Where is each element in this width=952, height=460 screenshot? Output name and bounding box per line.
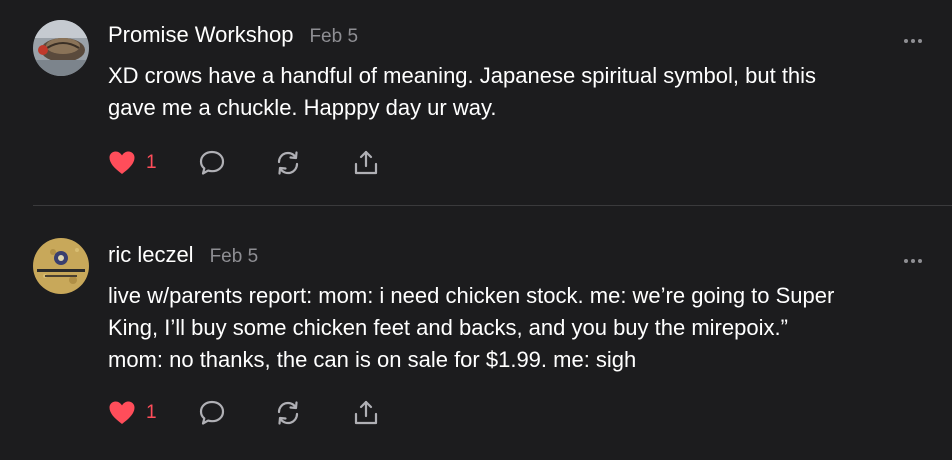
- avatar[interactable]: [33, 20, 89, 76]
- share-button[interactable]: [352, 148, 380, 178]
- more-icon[interactable]: [902, 32, 924, 43]
- restack-button[interactable]: [274, 398, 302, 428]
- comment-icon: [199, 150, 225, 175]
- comment-button[interactable]: [198, 398, 226, 428]
- restack-button[interactable]: [274, 148, 302, 178]
- like-count: 1: [146, 152, 157, 173]
- comment-item: Promise Workshop Feb 5 XD crows have a h…: [0, 0, 952, 205]
- post-date[interactable]: Feb 5: [210, 246, 259, 268]
- restack-icon: [277, 151, 299, 175]
- like-count: 1: [146, 402, 157, 423]
- restack-icon: [277, 401, 299, 425]
- comment-icon: [199, 400, 225, 425]
- comment-button[interactable]: [198, 148, 226, 178]
- more-icon[interactable]: [902, 252, 924, 263]
- comment-body: live w/parents report: mom: i need chick…: [108, 283, 835, 372]
- heart-icon: [109, 151, 135, 174]
- heart-icon: [109, 401, 135, 424]
- author-name[interactable]: ric leczel: [108, 242, 194, 268]
- comment-body: XD crows have a handful of meaning. Japa…: [108, 63, 817, 120]
- comment-meta: Promise Workshop Feb 5: [108, 22, 358, 52]
- author-name[interactable]: Promise Workshop: [108, 22, 293, 48]
- avatar[interactable]: [33, 238, 89, 294]
- post-date[interactable]: Feb 5: [309, 26, 358, 48]
- like-button[interactable]: 1: [108, 398, 157, 428]
- share-icon: [354, 150, 378, 175]
- like-button[interactable]: 1: [108, 148, 157, 178]
- share-icon: [354, 400, 378, 425]
- comment-meta: ric leczel Feb 5: [108, 242, 258, 272]
- share-button[interactable]: [352, 398, 380, 428]
